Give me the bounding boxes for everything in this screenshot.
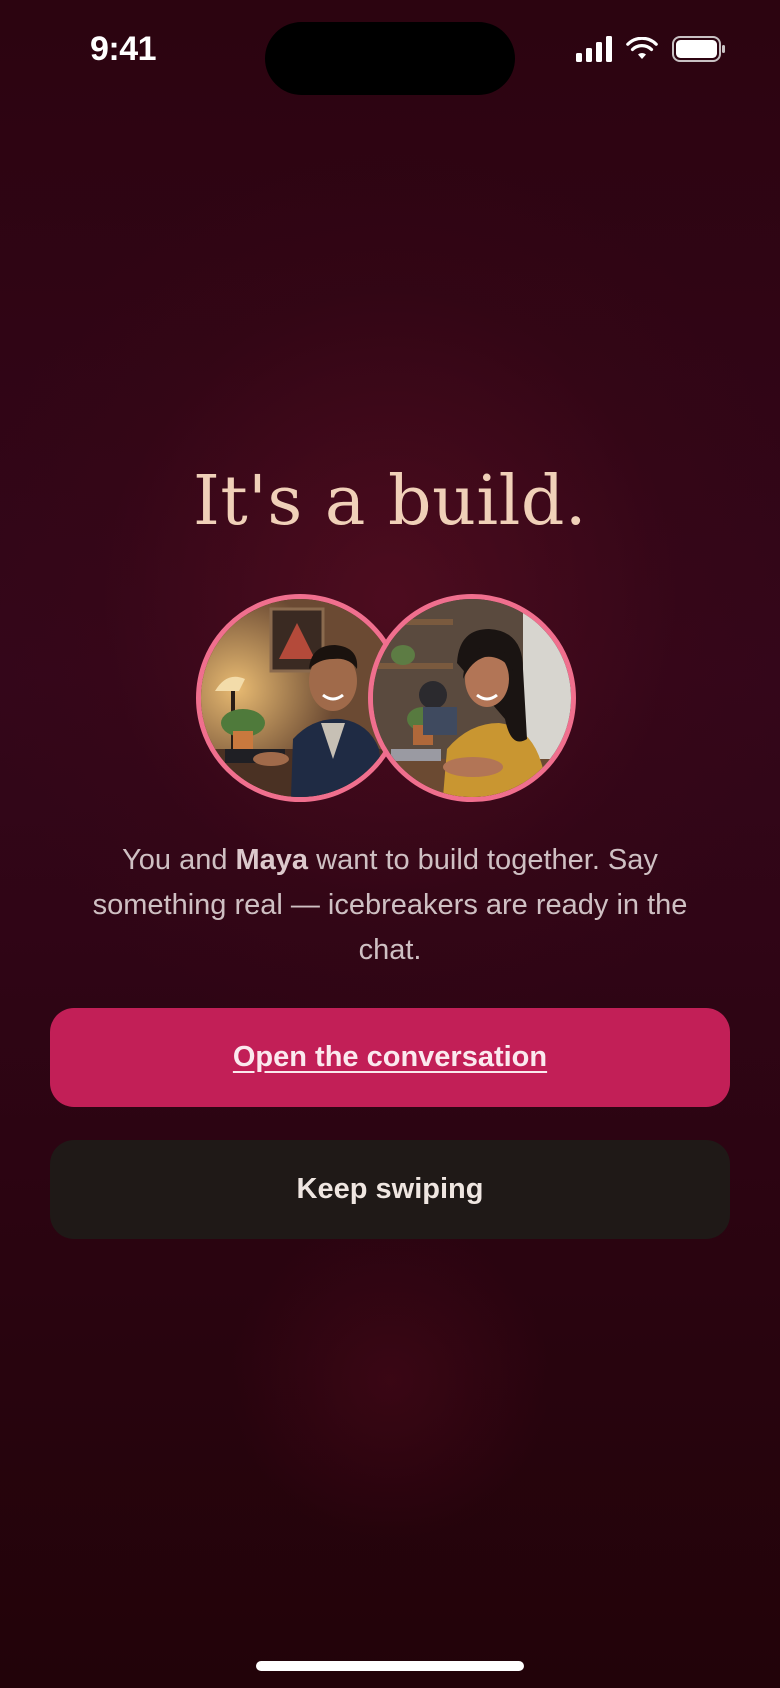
match-message: You and Maya want to build together. Say… [60, 838, 720, 973]
home-indicator[interactable] [256, 1661, 524, 1671]
message-prefix: You and [122, 844, 236, 876]
match-title: It's a build. [192, 462, 587, 541]
battery-icon [672, 36, 725, 62]
open-conversation-button[interactable]: Open the conversation [50, 1008, 730, 1107]
keep-swiping-label: Keep swiping [296, 1173, 484, 1205]
dynamic-island [265, 22, 515, 95]
match-avatar [368, 594, 576, 802]
match-name: Maya [235, 844, 309, 876]
cellular-signal-icon [576, 36, 612, 62]
status-icons [576, 36, 726, 62]
keep-swiping-button[interactable]: Keep swiping [50, 1140, 730, 1239]
wifi-icon [626, 37, 658, 59]
open-conversation-label: Open the conversation [232, 1041, 548, 1073]
match-avatar-photo [373, 599, 571, 797]
status-time: 9:41 [90, 30, 157, 68]
